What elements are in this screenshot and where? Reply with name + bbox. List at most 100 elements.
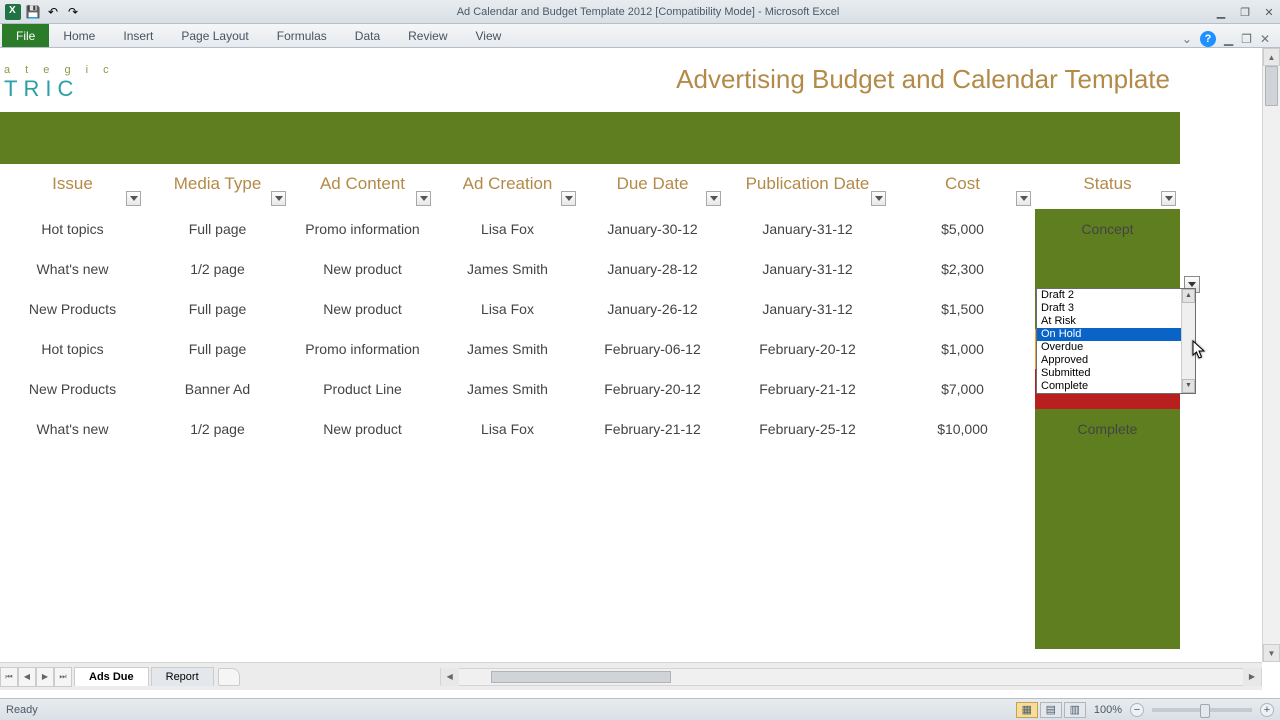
- filter-button[interactable]: [126, 191, 141, 206]
- cell-cost[interactable]: $1,500: [890, 289, 1035, 329]
- cell-issue[interactable]: What's new: [0, 409, 145, 449]
- cell-empty[interactable]: [890, 569, 1035, 609]
- cell-empty[interactable]: [145, 609, 290, 649]
- cell-creation[interactable]: Lisa Fox: [435, 409, 580, 449]
- cell-empty[interactable]: [725, 609, 890, 649]
- cell-empty[interactable]: [435, 489, 580, 529]
- cell-status[interactable]: Concept: [1035, 209, 1180, 249]
- cell-content[interactable]: Promo information: [290, 329, 435, 369]
- save-button[interactable]: 💾: [24, 3, 42, 21]
- cell-issue[interactable]: What's new: [0, 249, 145, 289]
- cell-content[interactable]: New product: [290, 289, 435, 329]
- cell-creation[interactable]: Lisa Fox: [435, 289, 580, 329]
- cell-empty[interactable]: [145, 569, 290, 609]
- tab-page-layout[interactable]: Page Layout: [167, 25, 262, 47]
- hscroll-right[interactable]: ▶: [1243, 668, 1261, 686]
- cell-empty[interactable]: [435, 569, 580, 609]
- excel-icon[interactable]: [4, 3, 22, 21]
- tab-data[interactable]: Data: [341, 25, 394, 47]
- cell-empty[interactable]: [290, 529, 435, 569]
- dropdown-scroll-down[interactable]: ▼: [1182, 379, 1195, 393]
- cell-pub[interactable]: February-20-12: [725, 329, 890, 369]
- ribbon-collapse-icon[interactable]: ⌄: [1182, 32, 1192, 46]
- cell-due[interactable]: January-30-12: [580, 209, 725, 249]
- cell-empty[interactable]: [0, 489, 145, 529]
- cell-status[interactable]: [1035, 569, 1180, 609]
- filter-button[interactable]: [706, 191, 721, 206]
- cell-empty[interactable]: [435, 529, 580, 569]
- cell-pub[interactable]: February-25-12: [725, 409, 890, 449]
- view-page-break-button[interactable]: ▥: [1064, 702, 1086, 718]
- tab-nav-prev[interactable]: ◀: [18, 667, 36, 687]
- tab-home[interactable]: Home: [49, 25, 109, 47]
- sheet-tab-ads-due[interactable]: Ads Due: [74, 667, 149, 686]
- help-icon[interactable]: ?: [1200, 31, 1216, 47]
- cell-creation[interactable]: James Smith: [435, 329, 580, 369]
- dropdown-item[interactable]: Approved: [1037, 354, 1195, 367]
- tab-nav-first[interactable]: ⏮: [0, 667, 18, 687]
- filter-button[interactable]: [416, 191, 431, 206]
- cell-empty[interactable]: [0, 569, 145, 609]
- tab-view[interactable]: View: [462, 25, 516, 47]
- filter-button[interactable]: [1161, 191, 1176, 206]
- cell-empty[interactable]: [890, 489, 1035, 529]
- cell-empty[interactable]: [580, 569, 725, 609]
- cell-media[interactable]: 1/2 page: [145, 249, 290, 289]
- cell-status[interactable]: [1035, 489, 1180, 529]
- cell-empty[interactable]: [0, 609, 145, 649]
- cell-empty[interactable]: [890, 449, 1035, 489]
- cell-media[interactable]: Full page: [145, 289, 290, 329]
- cell-empty[interactable]: [580, 489, 725, 529]
- tab-nav-last[interactable]: ⏭: [54, 667, 72, 687]
- cell-empty[interactable]: [145, 489, 290, 529]
- hscroll-thumb[interactable]: [491, 671, 671, 683]
- dropdown-scroll-up[interactable]: ▲: [1182, 289, 1195, 303]
- cell-empty[interactable]: [0, 449, 145, 489]
- cell-issue[interactable]: New Products: [0, 289, 145, 329]
- cell-empty[interactable]: [290, 569, 435, 609]
- tab-insert[interactable]: Insert: [109, 25, 167, 47]
- cell-empty[interactable]: [890, 609, 1035, 649]
- cell-issue[interactable]: Hot topics: [0, 209, 145, 249]
- status-dropdown-list[interactable]: Draft 2Draft 3At RiskOn HoldOverdueAppro…: [1036, 288, 1196, 394]
- cell-empty[interactable]: [290, 609, 435, 649]
- cell-due[interactable]: January-28-12: [580, 249, 725, 289]
- cell-empty[interactable]: [890, 529, 1035, 569]
- close-button[interactable]: ✕: [1262, 6, 1276, 18]
- cell-media[interactable]: Full page: [145, 329, 290, 369]
- cell-media[interactable]: 1/2 page: [145, 409, 290, 449]
- workbook-close-icon[interactable]: ✕: [1260, 32, 1270, 46]
- filter-button[interactable]: [271, 191, 286, 206]
- cell-empty[interactable]: [580, 449, 725, 489]
- cell-empty[interactable]: [725, 449, 890, 489]
- view-normal-button[interactable]: ▦: [1016, 702, 1038, 718]
- cell-status[interactable]: [1035, 529, 1180, 569]
- cell-cost[interactable]: $5,000: [890, 209, 1035, 249]
- cell-content[interactable]: New product: [290, 409, 435, 449]
- cell-content[interactable]: Product Line: [290, 369, 435, 409]
- zoom-level[interactable]: 100%: [1094, 704, 1122, 716]
- cell-creation[interactable]: Lisa Fox: [435, 209, 580, 249]
- cell-due[interactable]: February-06-12: [580, 329, 725, 369]
- horizontal-scrollbar[interactable]: ◀ ▶: [440, 668, 1262, 686]
- tab-review[interactable]: Review: [394, 25, 461, 47]
- cell-status[interactable]: [1035, 449, 1180, 489]
- cell-empty[interactable]: [580, 529, 725, 569]
- vertical-scrollbar[interactable]: ▲ ▼: [1262, 48, 1280, 662]
- cell-pub[interactable]: January-31-12: [725, 249, 890, 289]
- cell-due[interactable]: February-21-12: [580, 409, 725, 449]
- file-tab[interactable]: File: [2, 24, 49, 47]
- zoom-slider[interactable]: [1152, 708, 1252, 712]
- dropdown-item[interactable]: Draft 2: [1037, 289, 1195, 302]
- cell-cost[interactable]: $2,300: [890, 249, 1035, 289]
- filter-button[interactable]: [1016, 191, 1031, 206]
- filter-button[interactable]: [871, 191, 886, 206]
- sheet-tab-report[interactable]: Report: [151, 667, 214, 686]
- cell-issue[interactable]: New Products: [0, 369, 145, 409]
- cell-content[interactable]: New product: [290, 249, 435, 289]
- cell-empty[interactable]: [290, 449, 435, 489]
- tab-formulas[interactable]: Formulas: [263, 25, 341, 47]
- cell-content[interactable]: Promo information: [290, 209, 435, 249]
- view-page-layout-button[interactable]: ▤: [1040, 702, 1062, 718]
- cell-media[interactable]: Banner Ad: [145, 369, 290, 409]
